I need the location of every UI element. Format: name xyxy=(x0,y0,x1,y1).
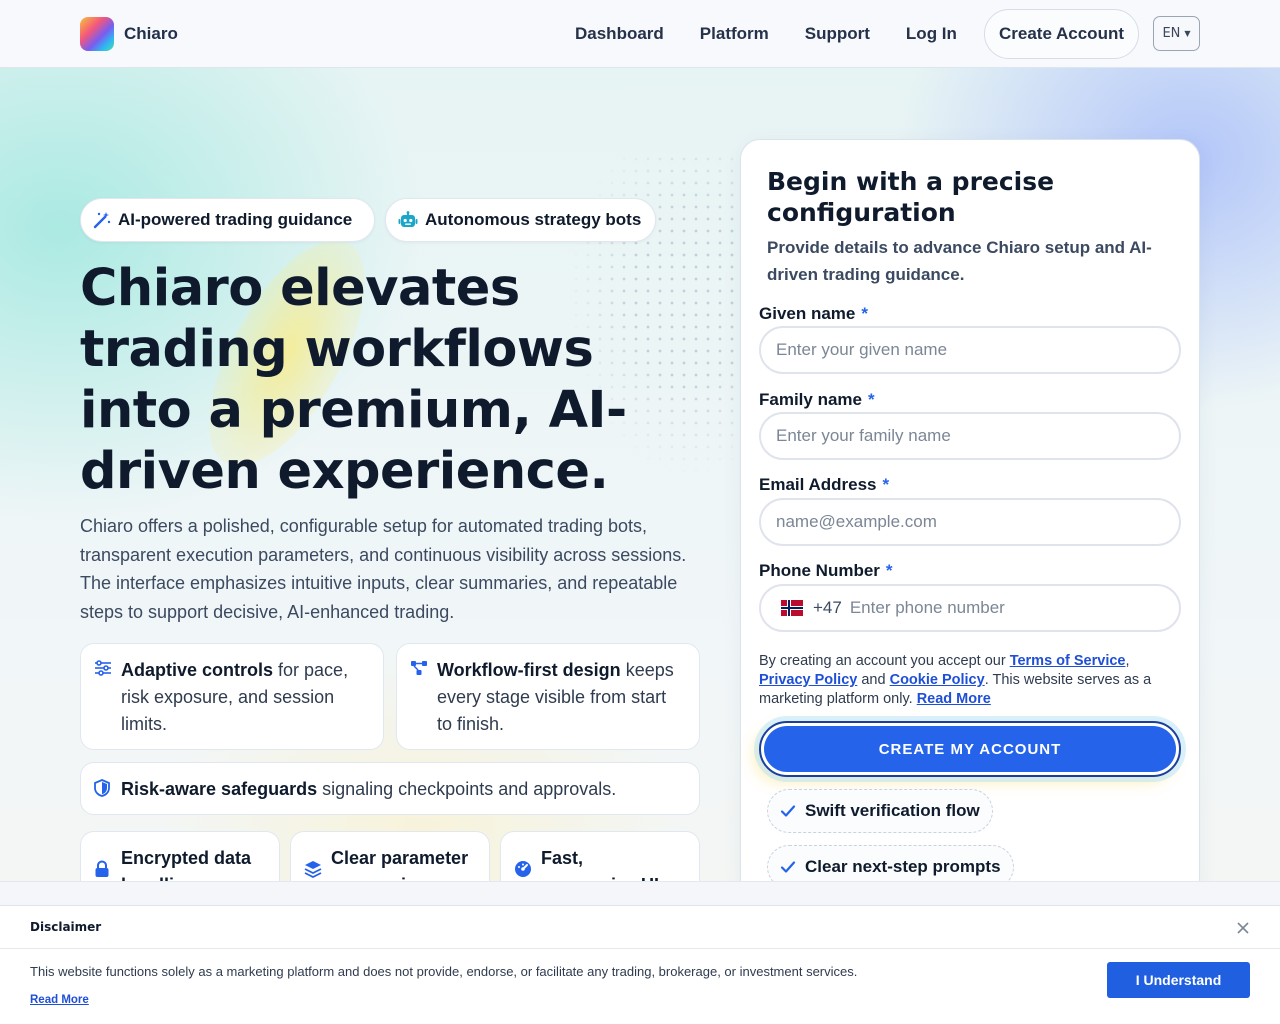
given-name-label: Given name * xyxy=(759,304,868,324)
chevron-down-icon: ▼ xyxy=(1184,29,1191,38)
badge-ai-guidance: AI-powered trading guidance xyxy=(80,198,375,242)
i-understand-button[interactable]: I Understand xyxy=(1107,962,1250,998)
required-mark: * xyxy=(861,304,868,323)
feature-workflow-first: Workflow-first design keeps every stage … xyxy=(396,643,700,750)
submit-button-focus-ring: CREATE MY ACCOUNT xyxy=(759,721,1181,777)
email-label: Email Address * xyxy=(759,475,889,495)
feature-title: Risk-aware safeguards xyxy=(121,779,318,799)
create-account-button[interactable]: Create Account xyxy=(984,9,1139,59)
workflow-icon xyxy=(411,661,427,675)
language-label: EN xyxy=(1162,26,1181,41)
hero-title: Chiaro elevates trading workflows into a… xyxy=(80,259,627,501)
form-title: Begin with a precise configuration xyxy=(767,167,1055,227)
gauge-icon xyxy=(515,861,531,877)
hero-description: Chiaro offers a polished, configurable s… xyxy=(80,516,687,622)
required-mark: * xyxy=(882,475,890,494)
disclaimer-title: Disclaimer xyxy=(30,920,102,934)
badge-strategy-bots: Autonomous strategy bots xyxy=(385,198,656,242)
lock-icon xyxy=(95,860,109,877)
legal-text-part: and xyxy=(857,672,890,688)
sliders-icon xyxy=(95,660,111,676)
nav-platform[interactable]: Platform xyxy=(700,24,769,44)
disclaimer-read-more-link[interactable]: Read More xyxy=(30,994,89,1006)
form-subtitle: Provide details to advance Chiaro setup … xyxy=(767,238,1152,284)
family-name-label-text: Family name xyxy=(759,390,862,409)
check-label: Swift verification flow xyxy=(805,801,980,820)
disclaimer-header: Disclaimer xyxy=(0,906,1280,949)
disclaimer-banner: Disclaimer This website functions solely… xyxy=(0,905,1280,1024)
feature-text: signaling checkpoints and approvals. xyxy=(317,779,617,799)
check-icon xyxy=(780,805,796,817)
phone-label-text: Phone Number xyxy=(759,561,880,580)
terms-link[interactable]: Terms of Service xyxy=(1010,653,1126,669)
phone-label: Phone Number * xyxy=(759,561,893,581)
family-name-input[interactable] xyxy=(759,412,1181,460)
read-more-link[interactable]: Read More xyxy=(917,691,991,707)
robot-icon xyxy=(398,211,418,227)
phone-field: +47 xyxy=(759,584,1181,632)
country-code[interactable]: +47 xyxy=(813,598,842,618)
given-name-label-text: Given name xyxy=(759,304,856,323)
check-swift-verification: Swift verification flow xyxy=(767,789,993,833)
brand-logo[interactable]: Chiaro xyxy=(80,17,178,51)
feature-risk-safeguards: Risk-aware safeguards signaling checkpoi… xyxy=(80,762,700,815)
layers-icon xyxy=(304,861,322,878)
cookie-link[interactable]: Cookie Policy xyxy=(890,672,985,688)
feature-title: Adaptive controls xyxy=(121,660,274,680)
magic-wand-icon xyxy=(93,212,111,229)
create-my-account-button[interactable]: CREATE MY ACCOUNT xyxy=(764,726,1176,772)
close-icon[interactable] xyxy=(1236,921,1250,935)
legal-text-part: , xyxy=(1125,653,1130,669)
site-header: Chiaro Dashboard Platform Support Log In… xyxy=(0,0,1280,68)
badge-label: AI-powered trading guidance xyxy=(118,210,353,229)
legal-text-part: By creating an account you accept our xyxy=(759,653,1010,669)
nav-support[interactable]: Support xyxy=(805,24,870,44)
required-mark: * xyxy=(868,390,875,409)
feature-adaptive-controls: Adaptive controls for pace, risk exposur… xyxy=(80,643,384,750)
email-label-text: Email Address xyxy=(759,475,877,494)
email-input[interactable] xyxy=(759,498,1181,546)
page-content-behind-banner xyxy=(0,881,1280,905)
privacy-link[interactable]: Privacy Policy xyxy=(759,672,857,688)
check-label: Clear next-step prompts xyxy=(805,857,1001,876)
disclaimer-text: This website functions solely as a marke… xyxy=(30,964,858,979)
shield-icon xyxy=(94,779,110,797)
logo-mark-icon xyxy=(80,17,114,51)
feature-title: Workflow-first design xyxy=(437,660,621,680)
family-name-label: Family name * xyxy=(759,390,875,410)
language-selector[interactable]: EN ▼ xyxy=(1153,16,1200,51)
main-nav: Dashboard Platform Support Log In xyxy=(560,0,993,68)
legal-text: By creating an account you accept our Te… xyxy=(759,652,1179,709)
badge-label: Autonomous strategy bots xyxy=(425,210,642,229)
required-mark: * xyxy=(885,561,893,580)
check-icon xyxy=(780,861,796,873)
norway-flag-icon[interactable] xyxy=(781,600,803,616)
phone-input[interactable] xyxy=(849,598,1150,618)
given-name-input[interactable] xyxy=(759,326,1181,374)
nav-dashboard[interactable]: Dashboard xyxy=(575,24,664,44)
nav-log-in[interactable]: Log In xyxy=(906,24,957,44)
brand-name: Chiaro xyxy=(124,24,178,43)
